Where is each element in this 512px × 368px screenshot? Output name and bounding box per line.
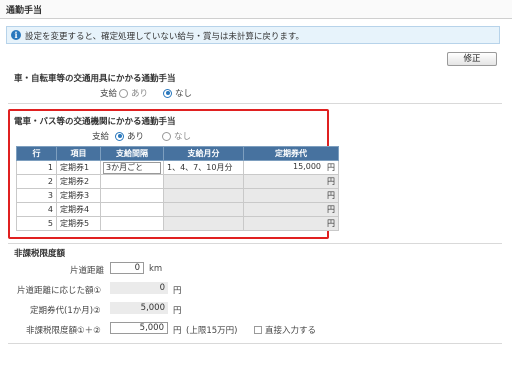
yen-unit: 円 (327, 205, 335, 214)
col-header-months: 支給月分 (163, 146, 244, 161)
table-header-row: 行 項目 支給間隔 支給月分 定期券代 (16, 146, 339, 161)
radio-label: あり (131, 89, 149, 99)
yen-unit: 円 (327, 163, 335, 172)
vehicle-radio-yes[interactable]: あり (119, 87, 148, 99)
months-cell (163, 202, 244, 217)
distance-label: 片道距離 (70, 266, 105, 276)
months-cell (163, 188, 244, 203)
distance-unit: km (149, 264, 163, 274)
yen-unit: 円 (173, 306, 182, 316)
pass-monthly-value: 5,000 (110, 302, 168, 314)
months-cell (163, 174, 244, 189)
yen-unit: 円 (327, 177, 335, 186)
months-cell[interactable]: 1、4、7、10月分 (163, 160, 244, 175)
interval-cell[interactable] (100, 174, 164, 189)
radio-off-icon (162, 131, 171, 141)
page-title: 通勤手当 (6, 6, 43, 16)
radio-on-icon (163, 88, 172, 98)
row-number: 5 (16, 216, 57, 231)
amount-cell: 円 (243, 216, 339, 231)
radio-off-icon (119, 88, 128, 98)
amount-cell: 円 (243, 188, 339, 203)
edit-button[interactable]: 修正 (447, 52, 497, 66)
table-row: 5 定期券5 円 (16, 216, 339, 231)
table-row: 4 定期券4 円 (16, 202, 339, 217)
amount-value: 15,000 (293, 162, 321, 171)
vehicle-pay-label: 支給 (100, 89, 118, 99)
amount-cell: 円 (243, 202, 339, 217)
limit-total-label: 非課税限度額①＋② (26, 326, 101, 336)
col-header-item: 項目 (56, 146, 101, 161)
row-item: 定期券4 (56, 202, 101, 217)
yen-unit: 円 (327, 191, 335, 200)
checkbox-icon (254, 326, 262, 334)
commuter-pass-table: 行 項目 支給間隔 支給月分 定期券代 1 定期券1 3か月ごと 1、4、7、1… (16, 146, 339, 231)
amount-cell[interactable]: 15,000 円 (243, 160, 339, 175)
col-header-row-no: 行 (16, 146, 57, 161)
radio-on-icon (115, 131, 124, 141)
table-row: 2 定期券2 円 (16, 174, 339, 189)
direct-input-label: 直接入力する (265, 326, 317, 336)
yen-unit: 円 (173, 326, 182, 336)
divider (8, 103, 502, 104)
col-header-amount: 定期券代 (243, 146, 339, 161)
page-header: 通勤手当 (0, 0, 512, 19)
amount-cell: 円 (243, 174, 339, 189)
interval-cell[interactable] (100, 202, 164, 217)
interval-cell[interactable] (100, 216, 164, 231)
by-distance-value: 0 (110, 282, 168, 294)
pass-monthly-label: 定期券代(1か月)② (30, 306, 101, 316)
radio-label: なし (174, 132, 192, 142)
col-header-interval: 支給間隔 (100, 146, 164, 161)
row-item: 定期券1 (56, 160, 101, 175)
direct-input-checkbox[interactable]: 直接入力する (254, 324, 316, 336)
limit-section-title: 非課税限度額 (14, 249, 66, 259)
interval-cell[interactable] (100, 188, 164, 203)
months-cell (163, 216, 244, 231)
row-item: 定期券3 (56, 188, 101, 203)
row-item: 定期券5 (56, 216, 101, 231)
row-number: 4 (16, 202, 57, 217)
interval-select[interactable]: 3か月ごと (103, 161, 161, 174)
table-row: 1 定期券1 3か月ごと 1、4、7、10月分 15,000 円 (16, 160, 339, 175)
transit-radio-yes[interactable]: あり (115, 130, 144, 142)
limit-total-input[interactable]: 5,000 (110, 322, 168, 334)
distance-input[interactable]: 0 (110, 262, 144, 274)
row-item: 定期券2 (56, 174, 101, 189)
transit-radio-no[interactable]: なし (162, 130, 191, 142)
transit-section-title: 電車・バス等の交通機関にかかる通勤手当 (14, 117, 176, 127)
row-number: 1 (16, 160, 57, 175)
radio-label: あり (127, 132, 145, 142)
yen-unit: 円 (327, 219, 335, 228)
divider (8, 343, 502, 344)
by-distance-label: 片道距離に応じた額① (17, 286, 102, 296)
limit-note: (上限15万円) (186, 326, 238, 336)
vehicle-section-title: 車・自転車等の交通用具にかかる通勤手当 (14, 74, 176, 84)
interval-cell[interactable]: 3か月ごと (100, 160, 164, 175)
radio-label: なし (175, 89, 193, 99)
yen-unit: 円 (173, 286, 182, 296)
info-text: 設定を変更すると、確定処理していない給与・賞与は未計算に戻ります。 (25, 32, 305, 42)
row-number: 3 (16, 188, 57, 203)
info-banner: i 設定を変更すると、確定処理していない給与・賞与は未計算に戻ります。 (6, 26, 500, 44)
table-row: 3 定期券3 円 (16, 188, 339, 203)
transit-pay-label: 支給 (92, 132, 110, 142)
row-number: 2 (16, 174, 57, 189)
divider (8, 243, 502, 244)
vehicle-radio-no[interactable]: なし (163, 87, 192, 99)
info-icon: i (11, 30, 21, 40)
